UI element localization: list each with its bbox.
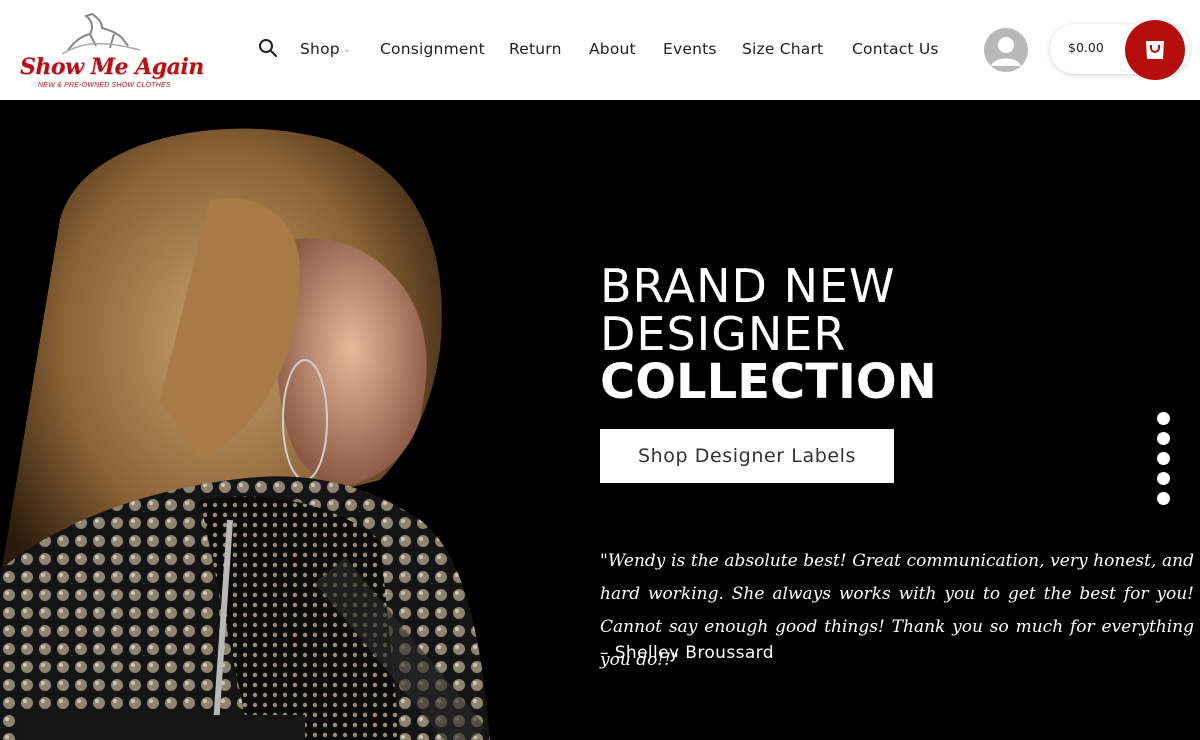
hero-model-image: [0, 100, 560, 740]
hero-banner: BRAND NEW DESIGNER COLLECTION Shop Desig…: [0, 100, 1200, 740]
logo-wordmark: Show Me Again: [20, 54, 204, 80]
headline-line-2: DESIGNER: [600, 307, 847, 361]
slider-dot[interactable]: [1157, 492, 1170, 505]
headline-line-1: BRAND NEW: [600, 259, 896, 313]
nav-item-about[interactable]: About: [589, 38, 636, 60]
search-icon[interactable]: [258, 38, 278, 58]
site-header: Show Me Again NEW & PRE-OWNED SHOW CLOTH…: [0, 0, 1200, 100]
nav-item-return[interactable]: Return: [509, 38, 562, 60]
testimonial-author: – Shelley Broussard: [600, 643, 774, 663]
user-icon[interactable]: [984, 28, 1028, 72]
site-logo[interactable]: Show Me Again NEW & PRE-OWNED SHOW CLOTH…: [18, 10, 204, 92]
slider-dot[interactable]: [1157, 452, 1170, 465]
nav-item-events[interactable]: Events: [663, 38, 717, 60]
nav-item-consignment[interactable]: Consignment: [380, 38, 485, 60]
cart-total: $0.00: [1068, 40, 1104, 55]
chevron-down-icon: ⌄: [342, 44, 352, 55]
logo-tagline: NEW & PRE-OWNED SHOW CLOTHES: [38, 82, 171, 89]
nav-item-contact-us[interactable]: Contact Us: [852, 38, 939, 60]
slider-dots: [1157, 412, 1171, 512]
shopping-bag-icon: [1146, 41, 1164, 59]
nav-item-size-chart[interactable]: Size Chart: [742, 38, 823, 60]
headline-line-3: COLLECTION: [600, 354, 937, 410]
horse-logo-icon: [62, 12, 141, 55]
hero-headline: BRAND NEW DESIGNER COLLECTION: [600, 262, 937, 406]
nav-item-shop[interactable]: Shop ⌄: [300, 38, 351, 61]
nav-label: Shop: [300, 40, 340, 58]
slider-dot[interactable]: [1157, 472, 1170, 485]
cart-button[interactable]: [1125, 20, 1185, 80]
shop-designer-labels-button[interactable]: Shop Designer Labels: [600, 429, 894, 483]
slider-dot[interactable]: [1157, 412, 1170, 425]
slider-dot[interactable]: [1157, 432, 1170, 445]
